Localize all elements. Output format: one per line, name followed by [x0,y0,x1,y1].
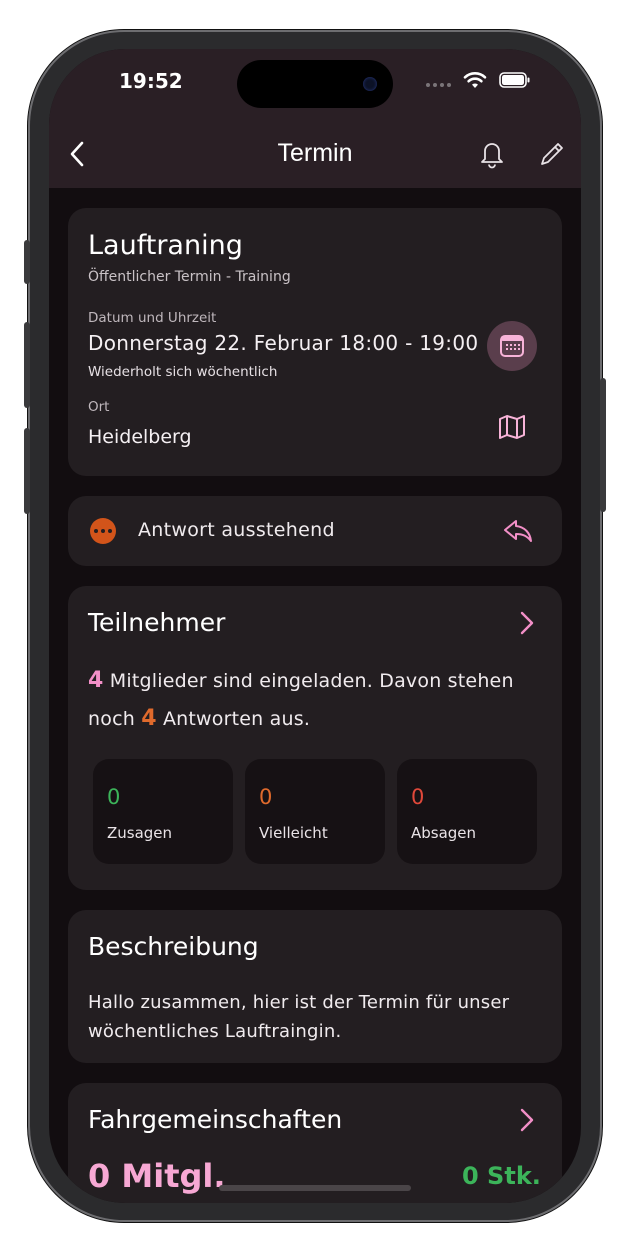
dynamic-island [237,60,393,108]
stat-accepted[interactable]: 0 Zusagen [93,759,233,864]
event-subtitle: Öffentlicher Termin - Training [88,269,291,285]
carpool-open-button[interactable] [516,1105,538,1135]
carpool-title: Fahrgemeinschaften [88,1105,343,1134]
event-repeat: Wiederholt sich wöchentlich [88,364,278,380]
place-label: Ort [88,399,110,415]
pencil-icon [541,143,563,165]
cellular-signal-icon [426,83,451,87]
stat-maybe[interactable]: 0 Vielleicht [245,759,385,864]
calendar-icon [500,335,524,357]
stat-declined[interactable]: 0 Absagen [397,759,537,864]
screen: 19:52 Termin Lauftraning Öffentlicher Te… [49,49,581,1203]
edit-button[interactable] [537,139,565,169]
event-place: Heidelberg [88,426,192,448]
participants-card: Teilnehmer 4 Mitglieder sind eingeladen.… [68,586,562,890]
pending-count: 4 [141,706,157,731]
stat-declined-value: 0 [411,785,425,809]
volume-up-button [24,322,30,408]
stat-accepted-value: 0 [107,785,121,809]
bell-icon [481,143,503,169]
map-icon [499,415,525,439]
reply-icon [504,520,532,542]
home-indicator[interactable] [219,1185,411,1191]
stat-accepted-label: Zusagen [107,824,173,842]
notification-button[interactable] [478,139,506,169]
add-to-calendar-button[interactable] [487,321,537,371]
stat-declined-label: Absagen [411,824,477,842]
invited-count: 4 [88,668,104,693]
participants-title: Teilnehmer [88,608,226,637]
chevron-right-icon [520,611,534,635]
chevron-right-icon [520,1108,534,1132]
description-card: Beschreibung Hallo zusammen, hier ist de… [68,910,562,1063]
stat-maybe-value: 0 [259,785,273,809]
participants-open-button[interactable] [516,608,538,638]
participants-text-2: Antworten aus. [156,708,311,730]
content-scroll-area[interactable]: Lauftraning Öffentlicher Termin - Traini… [49,188,581,1203]
action-button [24,240,30,284]
description-title: Beschreibung [88,932,259,961]
volume-down-button [24,428,30,514]
power-button [600,378,606,512]
date-label: Datum und Uhrzeit [88,310,217,326]
event-date: Donnerstag 22. Februar 18:00 - 19:00 [88,331,479,355]
carpool-count: 0 Stk. [462,1162,541,1190]
wifi-icon [463,72,487,88]
participants-summary: 4 Mitglieder sind eingeladen. Davon steh… [88,662,548,738]
battery-icon [499,72,530,88]
pending-ellipsis-icon [90,518,116,544]
open-map-button[interactable] [497,412,527,442]
status-time: 19:52 [119,69,183,93]
top-bar: 19:52 Termin [49,49,581,188]
response-card[interactable]: Antwort ausstehend [68,496,562,566]
description-text: Hallo zusammen, hier ist der Termin für … [88,992,510,1042]
camera-icon [363,77,377,91]
navigation-bar: Termin [49,127,581,187]
event-title: Lauftraning [88,230,243,261]
reply-button[interactable] [502,516,534,546]
stat-maybe-label: Vielleicht [259,824,328,842]
event-details-card: Lauftraning Öffentlicher Termin - Traini… [68,208,562,476]
response-status: Antwort ausstehend [138,519,335,541]
carpool-members: 0 Mitgl. [88,1157,226,1195]
